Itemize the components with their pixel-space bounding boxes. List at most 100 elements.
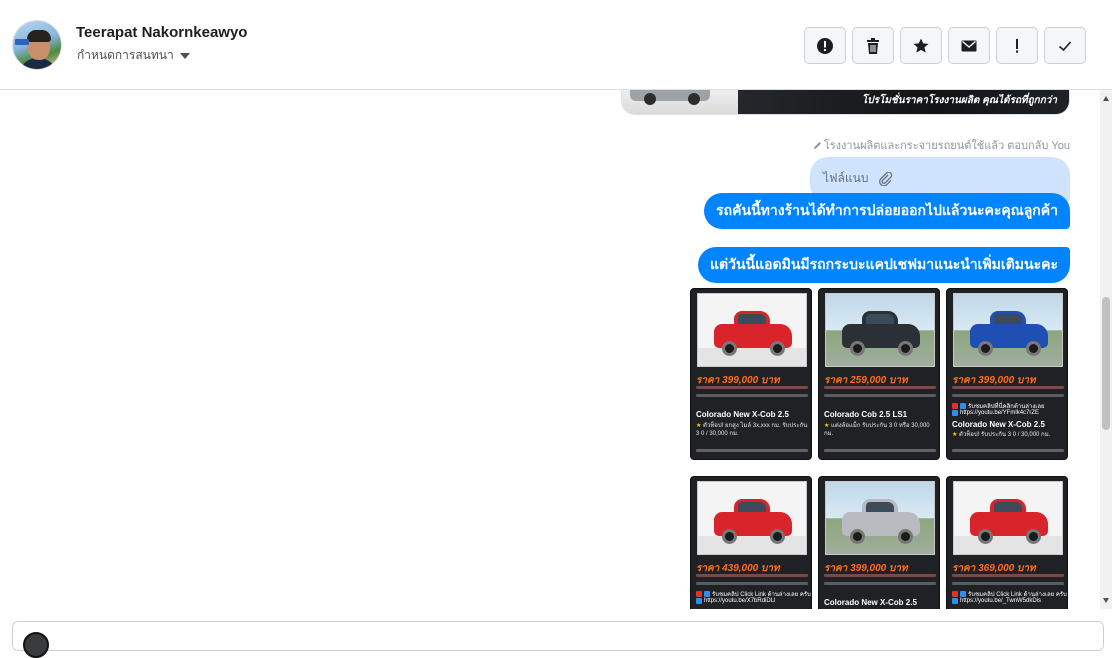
wheel-icon [978,341,993,356]
product-meta-line [696,449,808,452]
product-card[interactable]: ราคา 399,000 บาท Colorado New X-Cob 2.5 ★ … [690,288,812,460]
fine-print-line [824,582,936,585]
photo-floor [698,536,806,554]
red-badge-icon [952,591,958,597]
product-model: Colorado New X-Cob 2.5 [696,410,789,419]
truck-window [738,502,766,512]
pencil-icon [813,141,821,149]
checkbox-badge-icon [960,403,966,409]
delete-button[interactable] [852,27,894,64]
product-description-text: แต่งล้อแม็ก รับประกัน 3 0 หรือ 30,000 กม… [824,423,930,437]
product-description: ★ ตัวท็อป! รับประกัน 3 0 / 30,000 กม. [952,431,1064,439]
envelope-icon [961,40,977,51]
contact-avatar[interactable] [12,20,62,70]
promo-image-right: โปรโมชั่นราคาโรงงานผลิต คุณได้รถที่ถูกกว… [738,90,1069,114]
photo-floor [698,348,806,366]
reply-note-text: โรงงานผลิตและกระจายรถยนต์ใช้แล้ว ตอบกลับ… [823,140,1070,152]
thread-scrollbar[interactable] [1100,90,1112,609]
youtube-link-text[interactable]: https://youtu.be/YFmlk4c7rZE [960,410,1039,416]
star-icon [913,38,929,53]
checkmark-icon [1058,40,1072,51]
wheel-icon [898,341,913,356]
wheel-icon [770,529,785,544]
message-bubble[interactable]: รถคันนี้ทางร้านได้ทำการปล่อยออกไปแล้วนะค… [704,193,1070,229]
product-photo [825,293,935,367]
fine-print-line [696,394,808,397]
reply-note: โรงงานผลิตและกระจายรถยนต์ใช้แล้ว ตอบกลับ… [813,136,1070,154]
photo-floor [954,536,1062,554]
fine-print-line [696,574,808,577]
product-card[interactable]: ราคา 399,000 บาท รับชมคลิปที่นี่คลิกด้านล… [946,288,1068,460]
product-model: Colorado New X-Cob 2.5 [952,420,1045,429]
youtube-link-text[interactable]: https://youtu.be/X7bRdiDLl [704,598,775,604]
truck-window [866,314,894,324]
wheel-icon [688,93,700,105]
header-actions [804,27,1086,64]
scroll-down-arrow-icon[interactable] [1103,598,1109,603]
product-model: Colorado New X-Cob 2.5 [824,598,917,607]
fine-print-line [696,386,808,389]
link-badge-icon [952,410,958,416]
paperclip-icon [879,171,893,186]
attachment-text: ไฟล์แนบ [823,171,869,185]
avatar-hair [27,30,51,42]
wheel-icon [850,341,865,356]
product-description: ★ ตัวท็อป! ยกสูง ไมล์ 3x,xxx กม. รับประก… [696,422,808,438]
wheel-icon [1026,529,1041,544]
important-button[interactable] [996,27,1038,64]
conversation-settings-dropdown[interactable]: กำหนดการสนทนา [77,46,190,65]
scrollbar-thumb[interactable] [1102,297,1110,430]
wheel-icon [770,341,785,356]
truck-window [994,502,1022,512]
wheel-icon [722,529,737,544]
fine-print-line [952,574,1064,577]
product-card[interactable]: ราคา 439,000 บาท รับชมคลิป Click Link ด้า… [690,476,812,609]
avatar-badge [15,39,29,45]
youtube-link[interactable]: https://youtu.be/_TwnW5dkDis [952,598,1041,604]
fine-print-line [952,386,1064,389]
product-description-text: ตัวท็อป! ยกสูง ไมล์ 3x,xxx กม. รับประกัน… [696,423,808,437]
message-bubble[interactable]: แต่วันนี้แอดมินมีรถกระบะแคปเชฟมาแนะนำเพิ… [697,247,1070,283]
promo-image-left [622,90,738,114]
report-spam-button[interactable] [804,27,846,64]
promo-image[interactable]: โปรโมชั่นราคาโรงงานผลิต คุณได้รถที่ถูกกว… [621,90,1070,115]
fine-print-line [952,582,1064,585]
wheel-icon [978,529,993,544]
product-card[interactable]: ราคา 399,000 บาท Colorado New X-Cob 2.5 [818,476,940,609]
mark-unread-button[interactable] [948,27,990,64]
youtube-link[interactable]: https://youtu.be/YFmlk4c7rZE [952,410,1039,416]
product-description-text: ตัวท็อป! รับประกัน 3 0 / 30,000 กม. [959,432,1051,438]
contact-name[interactable]: Teerapat Nakornkeawyo [76,24,247,41]
youtube-link[interactable]: https://youtu.be/X7bRdiDLl [696,598,775,604]
truck-window [738,314,766,324]
star-icon: ★ [824,423,832,429]
star-button[interactable] [900,27,942,64]
red-badge-icon [696,591,702,597]
product-photo [697,293,807,367]
conversation-settings-label: กำหนดการสนทนา [77,48,174,62]
scroll-up-arrow-icon[interactable] [1103,96,1109,101]
checkbox-badge-icon [960,591,966,597]
wheel-icon [644,93,656,105]
mark-done-button[interactable] [1044,27,1086,64]
attachment-label: ไฟล์แนบ [823,169,894,188]
link-badge-icon [952,598,958,604]
product-card[interactable]: ราคา 259,000 บาท Colorado Cob 2.5 LS1 ★ แต… [818,288,940,460]
link-badge-icon [696,598,702,604]
truck-window [866,502,894,512]
youtube-link-text[interactable]: https://youtu.be/_TwnW5dkDis [960,598,1041,604]
product-model: Colorado Cob 2.5 LS1 [824,410,908,419]
fine-print-line [824,386,936,389]
fine-print-line [952,394,1064,397]
star-icon: ★ [696,423,704,429]
red-badge-icon [952,403,958,409]
fine-print-line [824,394,936,397]
product-photo [697,481,807,555]
user-avatar [23,632,49,658]
wheel-icon [898,529,913,544]
product-meta-line [824,449,936,452]
product-card[interactable]: ราคา 369,000 บาท รับชมคลิป Click Link ด้า… [946,476,1068,609]
message-composer[interactable] [12,621,1104,658]
wheel-icon [722,341,737,356]
product-meta-line [952,449,1064,452]
